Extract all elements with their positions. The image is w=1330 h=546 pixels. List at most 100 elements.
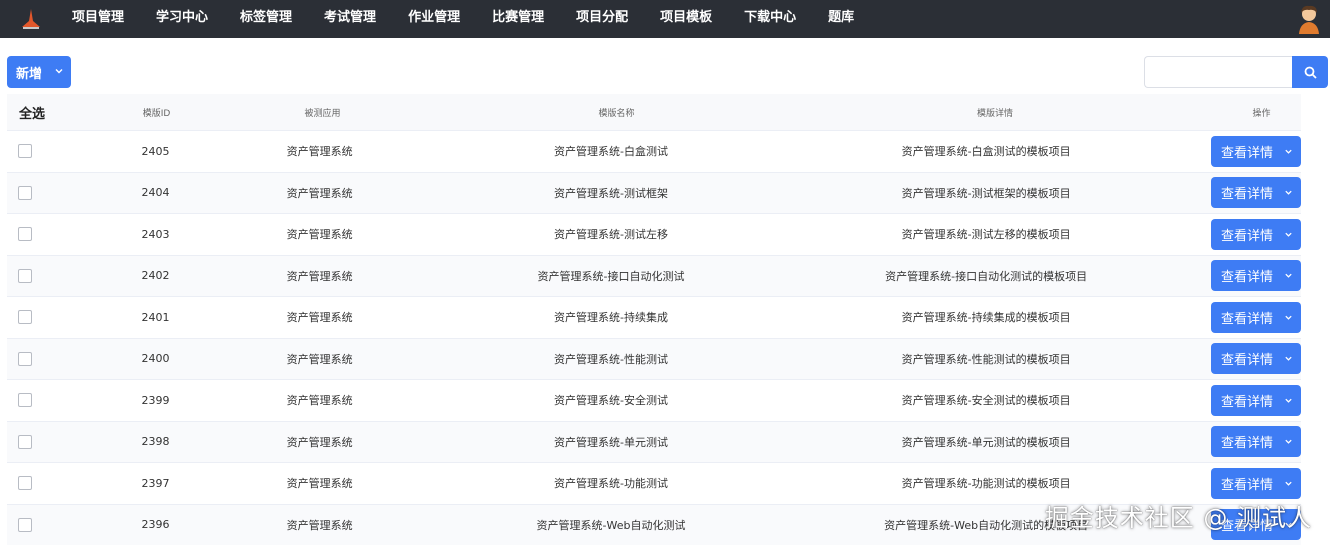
cell-template-name: 资产管理系统-安全测试	[554, 394, 668, 408]
cell-ops: 查看详情	[1131, 384, 1302, 416]
watermark: 掘金技术社区 @ 测试人	[1044, 504, 1312, 532]
chevron-down-icon[interactable]	[1284, 271, 1293, 280]
view-detail-label: 查看详情	[1221, 477, 1274, 493]
table-header: 全选 模版ID 被测应用 模版名称 模版详情 操作	[7, 94, 1301, 130]
view-detail-button[interactable]: 查看详情	[1211, 384, 1302, 416]
header-template-detail: 模版详情	[976, 108, 1013, 119]
nav-item-learning-center[interactable]: 学习中心	[140, 0, 224, 38]
view-detail-label: 查看详情	[1221, 311, 1274, 327]
cell-template-id: 2402	[141, 269, 170, 283]
nav-item-project-assignment[interactable]: 项目分配	[560, 0, 644, 38]
cell-template-id: 2405	[141, 144, 170, 158]
row-checkbox[interactable]	[18, 476, 32, 491]
cell-template-detail: 资产管理系统-测试左移的模板项目	[901, 228, 1071, 242]
cell-ops: 查看详情	[1131, 135, 1302, 167]
row-checkbox[interactable]	[18, 185, 32, 200]
main-nav: 项目管理 学习中心 标签管理 考试管理 作业管理 比赛管理 项目分配 项目模板 …	[56, 0, 870, 38]
view-detail-label: 查看详情	[1221, 187, 1274, 203]
cell-template-detail: 资产管理系统-安全测试的模板项目	[901, 394, 1071, 408]
nav-item-question-bank[interactable]: 题库	[812, 0, 870, 38]
chevron-down-icon[interactable]	[1284, 396, 1293, 405]
user-avatar[interactable]	[1296, 4, 1322, 34]
cell-ops: 查看详情	[1131, 426, 1302, 458]
logo-icon[interactable]	[20, 7, 42, 31]
chevron-down-icon[interactable]	[1284, 230, 1293, 239]
cell-template-id: 2396	[141, 518, 170, 532]
row-checkbox-cell	[7, 268, 43, 283]
row-checkbox[interactable]	[18, 310, 32, 325]
cell-template-name: 资产管理系统-单元测试	[554, 435, 668, 449]
cell-template-detail: 资产管理系统-功能测试的模板项目	[901, 477, 1071, 491]
cell-template-detail: 资产管理系统-接口自动化测试的模板项目	[885, 269, 1088, 283]
view-detail-button[interactable]: 查看详情	[1211, 135, 1302, 167]
cell-template-detail: 资产管理系统-性能测试的模板项目	[901, 352, 1071, 366]
table-row: 2399 资产管理系统 资产管理系统-安全测试 资产管理系统-安全测试的模板项目 查看详…	[7, 379, 1302, 421]
cell-template-detail: 资产管理系统-持续集成的模板项目	[901, 311, 1071, 325]
view-detail-button[interactable]: 查看详情	[1211, 260, 1302, 292]
chevron-down-icon[interactable]	[1284, 479, 1293, 488]
table-row: 2401 资产管理系统 资产管理系统-持续集成 资产管理系统-持续集成的模板项目 查看详…	[7, 296, 1302, 338]
row-checkbox[interactable]	[18, 393, 32, 408]
view-detail-button[interactable]: 查看详情	[1211, 218, 1302, 250]
cell-app: 资产管理系统	[286, 518, 353, 532]
view-detail-label: 查看详情	[1221, 145, 1274, 161]
nav-item-contest-management[interactable]: 比赛管理	[476, 0, 560, 38]
cell-ops: 查看详情	[1131, 467, 1302, 499]
nav-item-download-center[interactable]: 下载中心	[728, 0, 812, 38]
nav-item-tag-management[interactable]: 标签管理	[224, 0, 308, 38]
view-detail-label: 查看详情	[1221, 353, 1274, 369]
cell-template-detail: 资产管理系统-单元测试的模板项目	[901, 435, 1071, 449]
view-detail-label: 查看详情	[1221, 228, 1274, 244]
view-detail-button[interactable]: 查看详情	[1211, 467, 1302, 499]
table-row: 2404 资产管理系统 资产管理系统-测试框架 资产管理系统-测试框架的模板项目 查看详…	[7, 171, 1302, 213]
cell-app: 资产管理系统	[286, 269, 353, 283]
view-detail-button[interactable]: 查看详情	[1211, 177, 1302, 209]
row-checkbox-cell	[7, 351, 43, 366]
row-checkbox[interactable]	[18, 517, 32, 532]
row-checkbox[interactable]	[18, 227, 32, 242]
view-detail-button[interactable]: 查看详情	[1211, 343, 1302, 375]
cell-app: 资产管理系统	[286, 186, 353, 200]
select-all-header[interactable]: 全选	[7, 103, 67, 122]
cell-app: 资产管理系统	[286, 145, 353, 159]
cell-template-id: 2398	[141, 435, 170, 449]
chevron-down-icon[interactable]	[1284, 147, 1293, 156]
row-checkbox[interactable]	[18, 351, 32, 366]
cell-app: 资产管理系统	[286, 435, 353, 449]
table-row: 2405 资产管理系统 资产管理系统-白盒测试 资产管理系统-白盒测试的模板项目 查看详…	[7, 130, 1302, 172]
row-checkbox[interactable]	[18, 268, 32, 283]
nav-item-project-template[interactable]: 项目模板	[644, 0, 728, 38]
table-row: 2400 资产管理系统 资产管理系统-性能测试 资产管理系统-性能测试的模板项目 查看详…	[7, 337, 1302, 379]
nav-item-homework-management[interactable]: 作业管理	[392, 0, 476, 38]
cell-template-name: 资产管理系统-持续集成	[554, 311, 668, 325]
cell-template-detail: 资产管理系统-测试框架的模板项目	[901, 186, 1071, 200]
top-nav-bar: 项目管理 学习中心 标签管理 考试管理 作业管理 比赛管理 项目分配 项目模板 …	[0, 0, 1330, 38]
cell-template-name: 资产管理系统-白盒测试	[554, 145, 668, 159]
search-button[interactable]	[1292, 56, 1328, 88]
chevron-down-icon[interactable]	[1284, 313, 1293, 322]
cell-template-id: 2400	[141, 352, 170, 366]
chevron-down-icon[interactable]	[1284, 188, 1293, 197]
row-checkbox-cell	[7, 227, 43, 242]
cell-template-id: 2404	[141, 186, 170, 200]
cell-template-name: 资产管理系统-Web自动化测试	[536, 518, 686, 532]
chevron-down-icon[interactable]	[1284, 437, 1293, 446]
row-checkbox-cell	[7, 310, 43, 325]
nav-item-exam-management[interactable]: 考试管理	[308, 0, 392, 38]
search-input[interactable]	[1144, 56, 1292, 88]
cell-app: 资产管理系统	[286, 311, 353, 325]
cell-ops: 查看详情	[1131, 218, 1302, 250]
nav-item-project-management[interactable]: 项目管理	[56, 0, 140, 38]
row-checkbox[interactable]	[18, 144, 32, 159]
view-detail-button[interactable]: 查看详情	[1211, 301, 1302, 333]
add-new-button[interactable]: 新增	[7, 56, 71, 88]
view-detail-button[interactable]: 查看详情	[1211, 426, 1302, 458]
row-checkbox[interactable]	[18, 434, 32, 449]
cell-template-id: 2403	[141, 227, 170, 241]
header-ops: 操作	[1252, 108, 1271, 119]
cell-app: 资产管理系统	[286, 477, 353, 491]
view-detail-label: 查看详情	[1221, 436, 1274, 452]
cell-ops: 查看详情	[1131, 301, 1302, 333]
chevron-down-icon[interactable]	[1284, 354, 1293, 363]
row-checkbox-cell	[7, 393, 43, 408]
